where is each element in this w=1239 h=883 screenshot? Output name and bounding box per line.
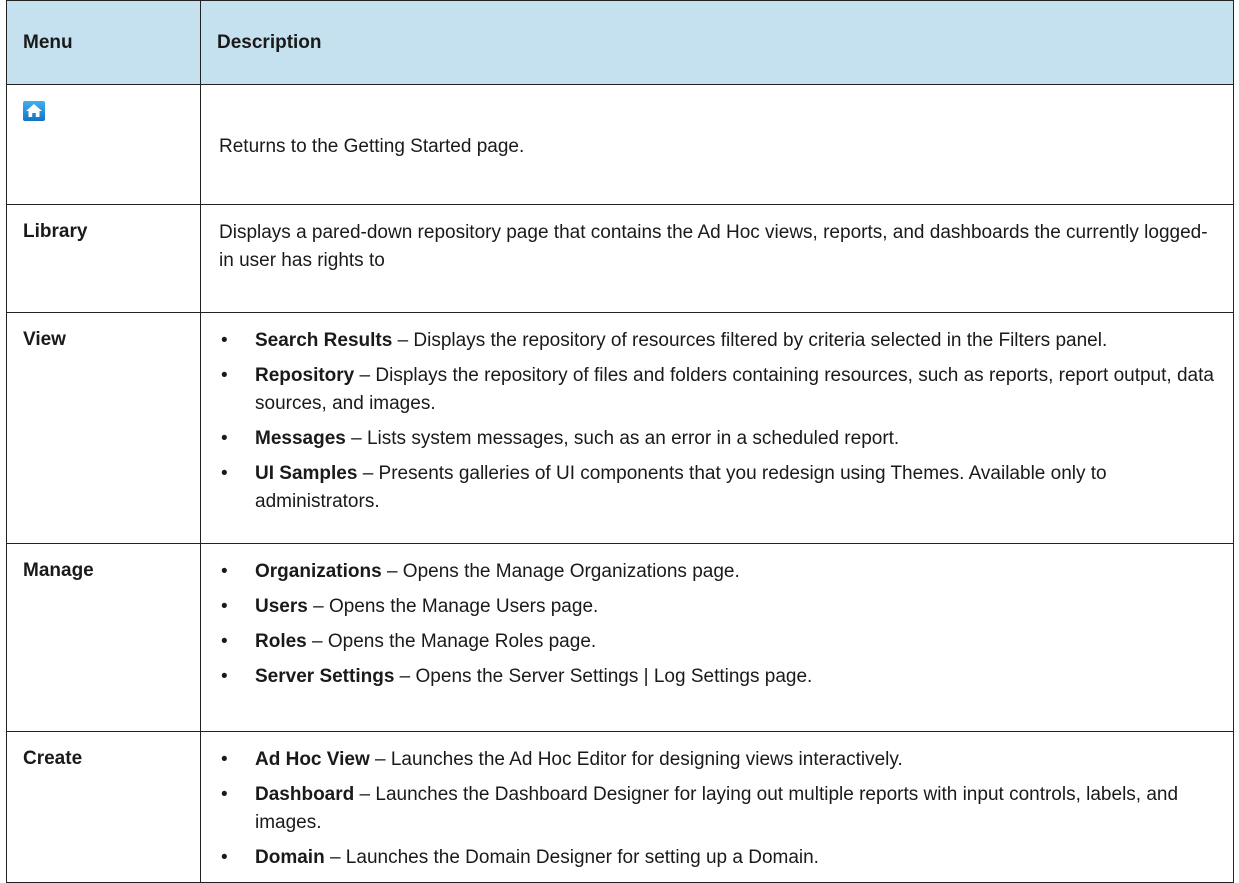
description-cell: • Search Results – Displays the repositor… <box>200 312 1234 544</box>
menu-description-table: Menu Description Returns to the Getting … <box>6 0 1234 883</box>
table-row: View • Search Results – Displays the repo… <box>6 312 1234 544</box>
item-term: Repository <box>255 365 355 386</box>
table-row: Create • Ad Hoc View – Launches the Ad Ho… <box>6 731 1234 883</box>
item-text: – Presents galleries of UI components th… <box>255 463 1107 512</box>
bullet-list: • Ad Hoc View – Launches the Ad Hoc Edito… <box>219 746 1215 872</box>
table-row: Library Displays a pared-down repository… <box>6 204 1234 313</box>
item-text: – Opens the Server Settings | Log Settin… <box>394 666 813 687</box>
list-item: • Users – Opens the Manage Users page. <box>219 593 1215 621</box>
item-term: Messages <box>255 428 346 449</box>
list-item: • Ad Hoc View – Launches the Ad Hoc Edito… <box>219 746 1215 774</box>
item-text: – Opens the Manage Roles page. <box>306 631 597 652</box>
list-item: • Search Results – Displays the repositor… <box>219 327 1215 355</box>
item-text: – Launches the Domain Designer for setti… <box>324 847 819 868</box>
menu-cell: Manage <box>6 543 201 732</box>
description-cell: • Ad Hoc View – Launches the Ad Hoc Edito… <box>200 731 1234 883</box>
table-header-row: Menu Description <box>6 0 1234 85</box>
item-term: Search Results <box>255 330 393 351</box>
menu-cell: Create <box>6 731 201 883</box>
table-row: Returns to the Getting Started page. <box>6 84 1234 205</box>
list-item: • Messages – Lists system messages, such … <box>219 425 1215 453</box>
bullet-list: • Search Results – Displays the repositor… <box>219 327 1215 516</box>
description-cell: Returns to the Getting Started page. <box>200 84 1234 205</box>
bullet-icon: • <box>221 666 228 687</box>
menu-column-header: Menu <box>6 0 201 85</box>
list-item: • Server Settings – Opens the Server Sett… <box>219 663 1215 691</box>
list-item: • Repository – Displays the repository of… <box>219 362 1215 418</box>
bullet-icon: • <box>221 631 228 652</box>
description-column-header: Description <box>200 0 1234 85</box>
item-term: Dashboard <box>255 784 355 805</box>
bullet-icon: • <box>221 428 228 449</box>
list-item: • Domain – Launches the Domain Designer f… <box>219 844 1215 872</box>
list-item: • Dashboard – Launches the Dashboard Desi… <box>219 781 1215 837</box>
menu-cell: View <box>6 312 201 544</box>
item-term: Server Settings <box>255 666 395 687</box>
home-description: Returns to the Getting Started page. <box>219 136 525 157</box>
bullet-icon: • <box>221 847 228 868</box>
bullet-icon: • <box>221 330 228 351</box>
item-text: – Opens the Manage Organizations page. <box>381 561 740 582</box>
bullet-icon: • <box>221 784 228 805</box>
item-term: Users <box>255 596 308 617</box>
bullet-list: • Organizations – Opens the Manage Organi… <box>219 558 1215 691</box>
item-text: – Displays the repository of resources f… <box>392 330 1108 351</box>
list-item: • UI Samples – Presents galleries of UI c… <box>219 460 1215 516</box>
menu-cell <box>6 84 201 205</box>
home-icon <box>23 101 45 121</box>
description-cell: Displays a pared-down repository page th… <box>200 204 1234 313</box>
list-item: • Organizations – Opens the Manage Organi… <box>219 558 1215 586</box>
item-term: UI Samples <box>255 463 358 484</box>
table-row: Manage • Organizations – Opens the Manage… <box>6 543 1234 732</box>
item-text: – Opens the Manage Users page. <box>307 596 599 617</box>
item-term: Roles <box>255 631 307 652</box>
item-term: Ad Hoc View <box>255 749 370 770</box>
item-term: Organizations <box>255 561 382 582</box>
bullet-icon: • <box>221 749 228 770</box>
list-item: • Roles – Opens the Manage Roles page. <box>219 628 1215 656</box>
item-text: – Lists system messages, such as an erro… <box>345 428 900 449</box>
bullet-icon: • <box>221 596 228 617</box>
description-cell: • Organizations – Opens the Manage Organi… <box>200 543 1234 732</box>
item-text: – Launches the Ad Hoc Editor for designi… <box>369 749 903 770</box>
bullet-icon: • <box>221 463 228 484</box>
bullet-icon: • <box>221 365 228 386</box>
item-text: – Displays the repository of files and f… <box>255 365 1214 414</box>
item-text: – Launches the Dashboard Designer for la… <box>255 784 1179 833</box>
item-term: Domain <box>255 847 325 868</box>
menu-cell: Library <box>6 204 201 313</box>
bullet-icon: • <box>221 561 228 582</box>
